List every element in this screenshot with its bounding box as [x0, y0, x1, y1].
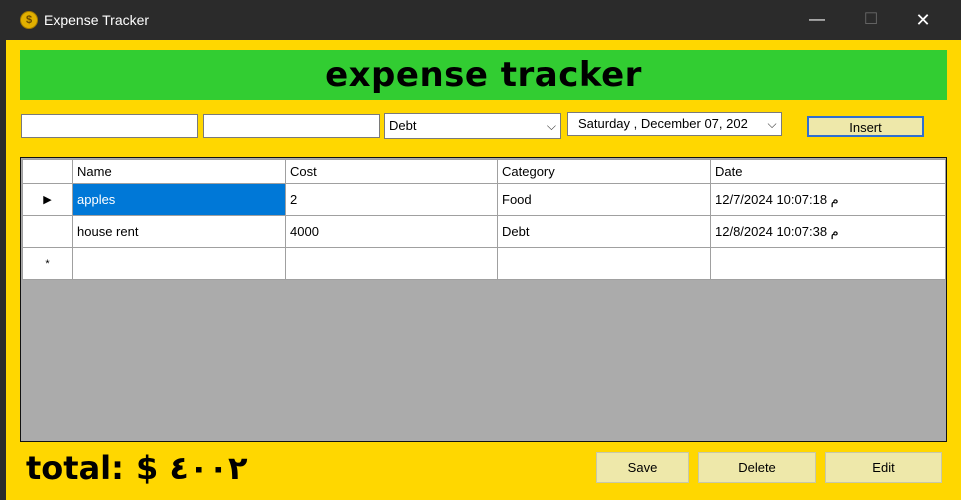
category-select-value: Debt — [389, 118, 417, 133]
date-picker[interactable]: Saturday , December 07, 202 ⌵ — [567, 112, 782, 136]
cell-date[interactable]: 12/7/2024 10:07:18 م — [710, 183, 946, 216]
edit-button[interactable]: Edit — [825, 452, 942, 483]
column-header-category[interactable]: Category — [497, 159, 711, 184]
column-header-date[interactable]: Date — [710, 159, 946, 184]
expense-table: Name Cost Category Date ▶ apples 2 Food … — [22, 159, 946, 280]
column-header-name[interactable]: Name — [72, 159, 286, 184]
main-form: expense tracker Debt ⌵ Saturday , Decemb… — [6, 40, 961, 500]
delete-button[interactable]: Delete — [698, 452, 816, 483]
close-button[interactable]: ✕ — [900, 0, 946, 40]
cell-name[interactable]: apples — [72, 183, 286, 216]
expense-grid[interactable]: Name Cost Category Date ▶ apples 2 Food … — [20, 157, 947, 442]
chevron-down-icon[interactable]: ⌵ — [547, 114, 556, 138]
current-row-arrow-icon[interactable]: ▶ — [22, 183, 73, 216]
cell-cost[interactable]: 2 — [285, 183, 498, 216]
total-label: total: — [26, 449, 124, 487]
cell-cost[interactable] — [285, 247, 498, 280]
maximize-button[interactable]: ☐ — [848, 0, 894, 40]
chevron-down-icon[interactable]: ⌵ — [763, 113, 781, 135]
title-bar: $ Expense Tracker — ☐ ✕ — [0, 0, 961, 40]
cell-name[interactable]: house rent — [72, 215, 286, 248]
coin-icon: $ — [20, 11, 38, 29]
save-button[interactable]: Save — [596, 452, 689, 483]
cell-category[interactable]: Food — [497, 183, 711, 216]
cell-date[interactable] — [710, 247, 946, 280]
total-value: $ ٤٠٠٢ — [136, 449, 248, 487]
table-row[interactable]: ▶ apples 2 Food 12/7/2024 10:07:18 م — [22, 183, 946, 216]
cell-name[interactable] — [72, 247, 286, 280]
page-title: expense tracker — [20, 50, 947, 100]
header-row: Name Cost Category Date — [22, 159, 946, 184]
cell-date[interactable]: 12/8/2024 10:07:38 م — [710, 215, 946, 248]
row-header-corner — [22, 159, 73, 184]
cost-input[interactable] — [203, 114, 380, 138]
insert-button[interactable]: Insert — [807, 116, 924, 137]
category-select[interactable]: Debt ⌵ — [384, 113, 561, 139]
row-header[interactable] — [22, 215, 73, 248]
minimize-button[interactable]: — — [794, 0, 840, 40]
column-header-cost[interactable]: Cost — [285, 159, 498, 184]
cell-cost[interactable]: 4000 — [285, 215, 498, 248]
table-row[interactable]: house rent 4000 Debt 12/8/2024 10:07:38 … — [22, 215, 946, 248]
name-input[interactable] — [21, 114, 198, 138]
window-title: Expense Tracker — [44, 12, 150, 28]
cell-category[interactable] — [497, 247, 711, 280]
new-row[interactable]: * — [22, 247, 946, 280]
cell-category[interactable]: Debt — [497, 215, 711, 248]
date-picker-value: Saturday , December 07, 202 — [578, 116, 748, 131]
new-row-asterisk-icon[interactable]: * — [22, 247, 73, 280]
